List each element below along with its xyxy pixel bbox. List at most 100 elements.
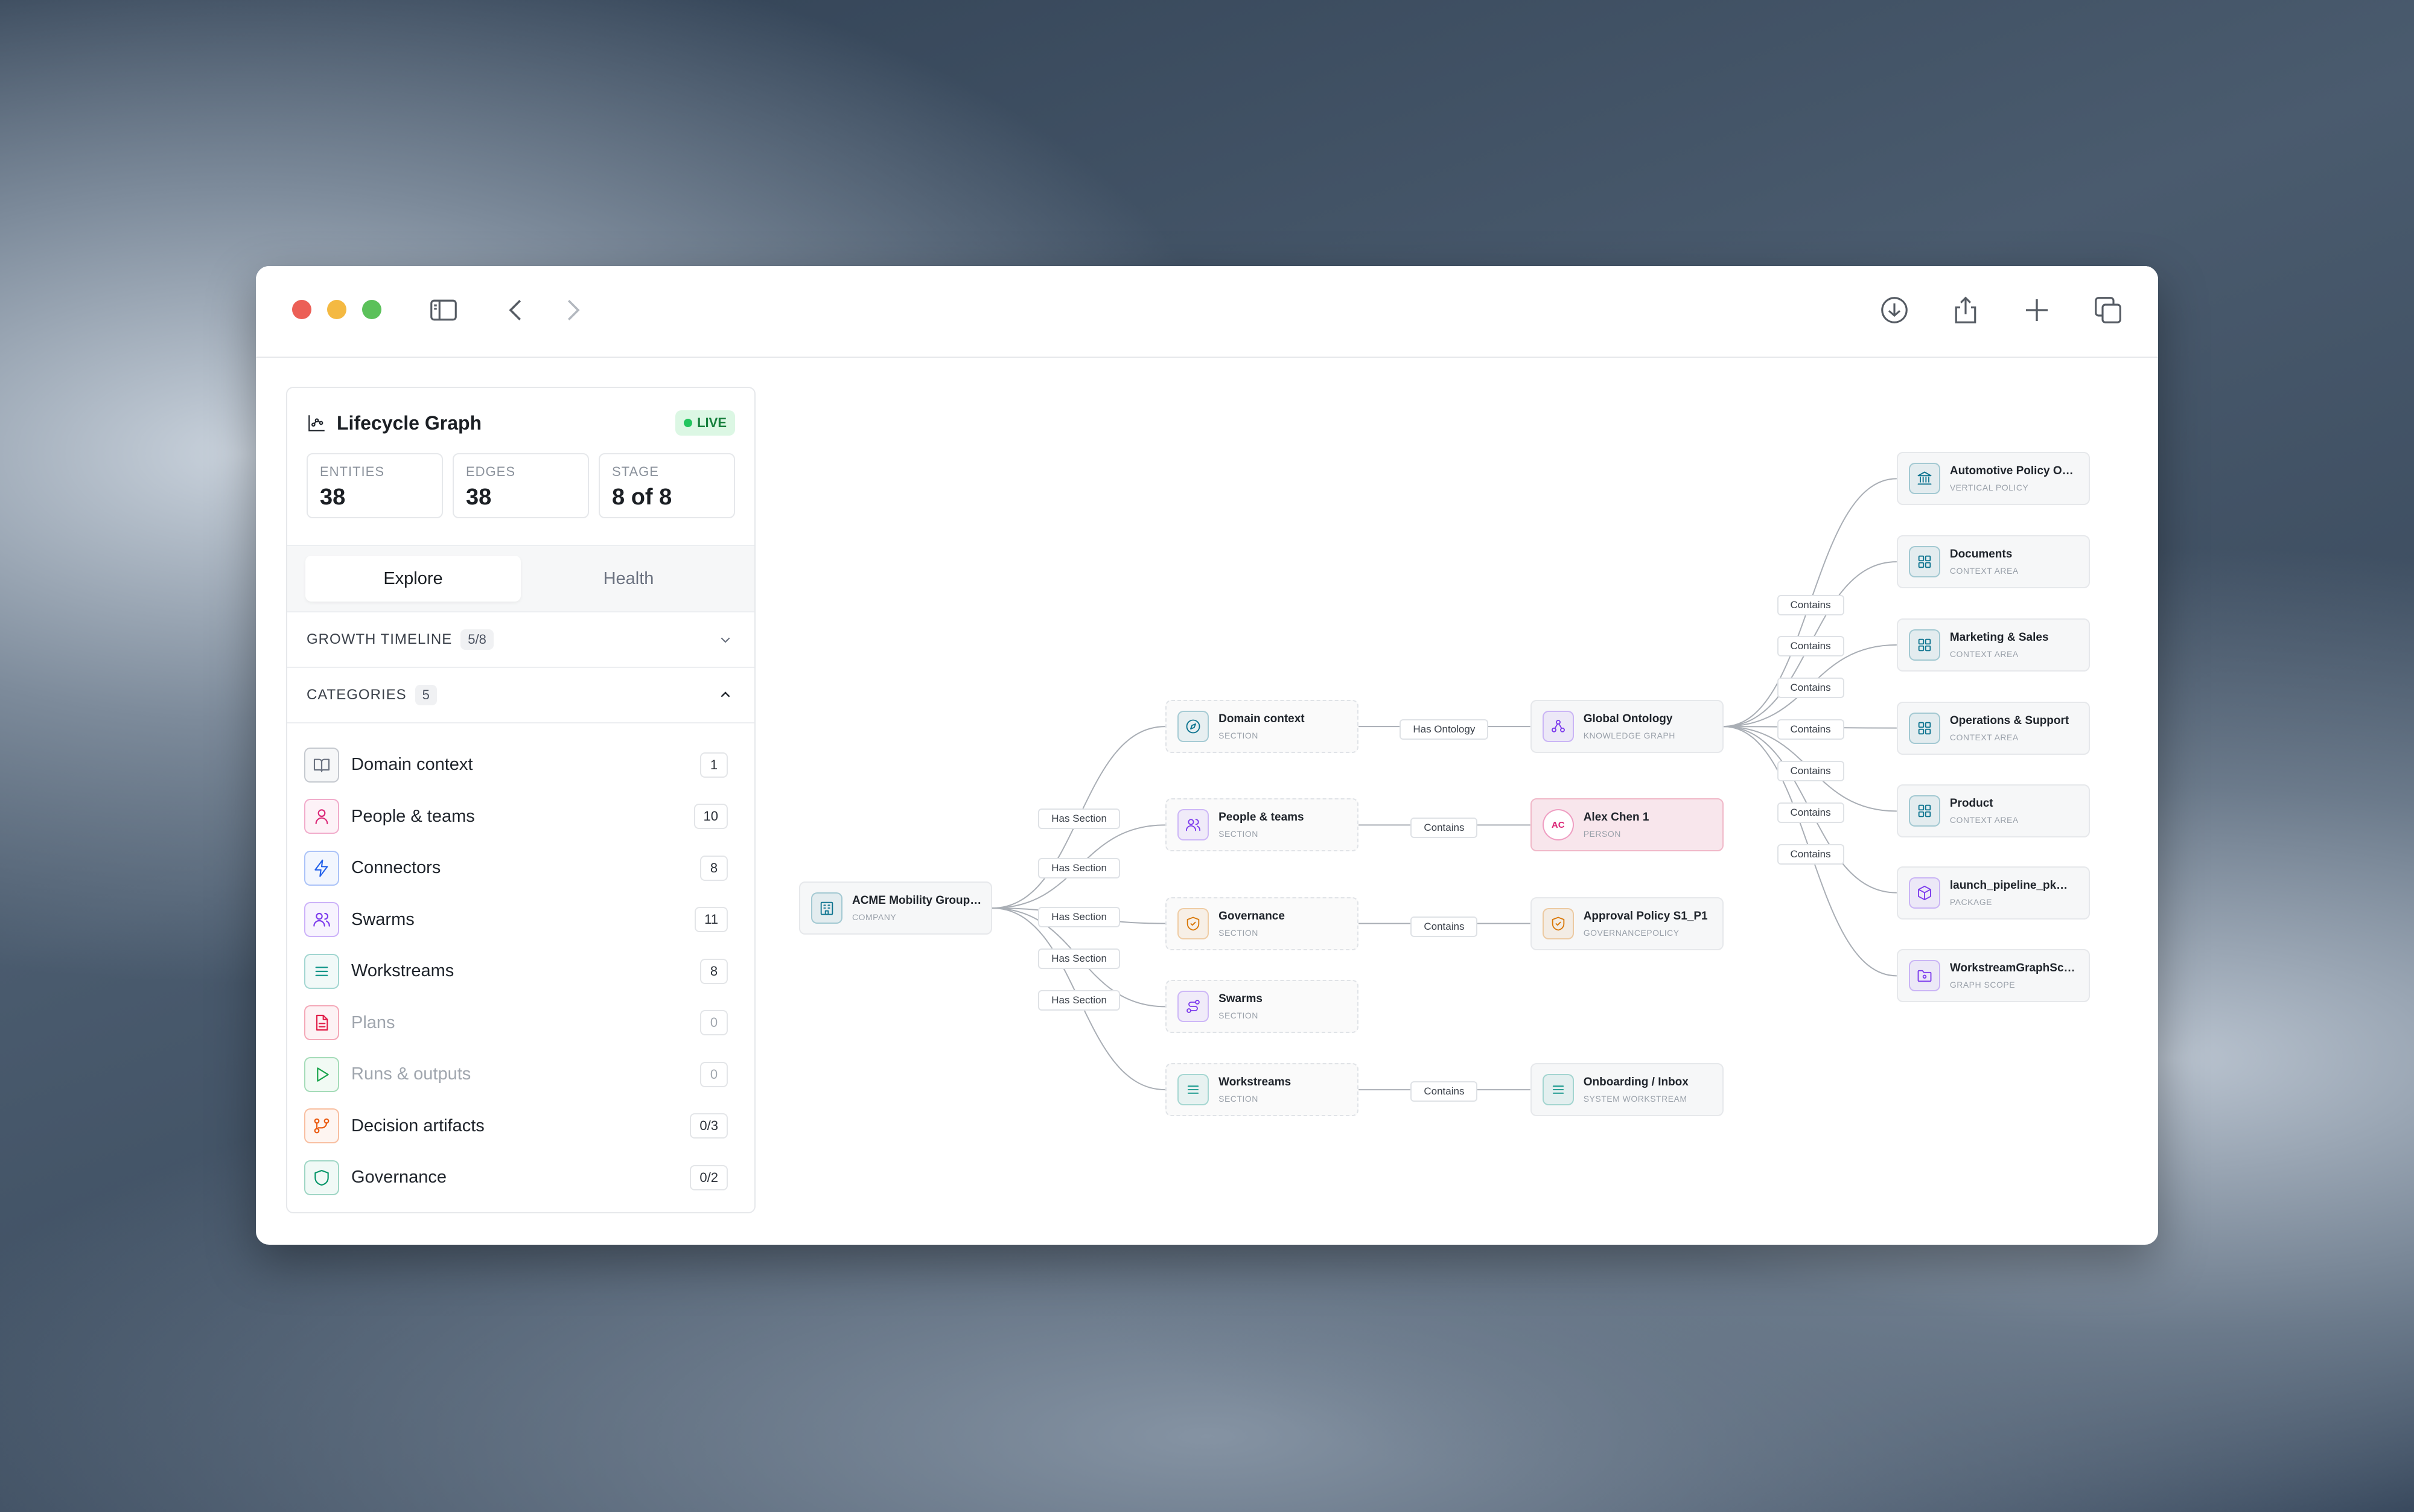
- category-count: 1: [700, 752, 728, 778]
- edge-label-contains: Contains: [1777, 761, 1844, 782]
- download-icon[interactable]: [1878, 294, 1911, 326]
- graph-node-launch[interactable]: launch_pipeline_pk… PACKAGE: [1896, 866, 2090, 920]
- category-governance[interactable]: Governance 0/2: [304, 1152, 728, 1204]
- category-label: People & teams: [351, 806, 475, 826]
- users-icon: [304, 902, 339, 938]
- edge-label-contains: Contains: [1777, 719, 1844, 740]
- share-icon[interactable]: [1949, 294, 1982, 326]
- zoom-window-button[interactable]: [362, 300, 381, 319]
- category-label: Connectors: [351, 858, 441, 878]
- tab-explore[interactable]: Explore: [305, 556, 521, 602]
- graph-node-approval[interactable]: Approval Policy S1_P1 GOVERNANCEPOLICY: [1530, 897, 1724, 950]
- chevron-down-icon: [721, 637, 730, 643]
- category-connectors[interactable]: Connectors 8: [304, 842, 728, 894]
- route-icon: [1177, 991, 1209, 1023]
- category-label: Workstreams: [351, 961, 454, 981]
- graph-node-product[interactable]: Product CONTEXT AREA: [1896, 784, 2090, 838]
- sidebar-toggle-icon[interactable]: [427, 294, 460, 326]
- grid-icon: [1908, 629, 1940, 661]
- category-count: 0/3: [690, 1113, 728, 1139]
- grid-icon: [1908, 546, 1940, 578]
- grid-icon: [1908, 795, 1940, 827]
- edge-label-contains: Contains: [1777, 594, 1844, 615]
- graph-node-people[interactable]: People & teams SECTION: [1165, 798, 1359, 852]
- bank-icon: [1908, 463, 1940, 495]
- minimize-window-button[interactable]: [327, 300, 346, 319]
- category-count: 11: [695, 907, 728, 933]
- graph-canvas[interactable]: ACME Mobility Group… COMPANY Domain cont…: [787, 358, 2158, 1245]
- plus-icon[interactable]: [2021, 294, 2053, 326]
- category-list: Domain context 1 People & teams 10 Conne…: [287, 723, 754, 1204]
- category-runs-outputs[interactable]: Runs & outputs 0: [304, 1049, 728, 1101]
- edge-label-contains: Contains: [1777, 843, 1844, 865]
- chevron-up-icon: [721, 691, 730, 697]
- category-count: 0: [700, 1061, 728, 1087]
- category-count: 0/2: [690, 1164, 728, 1190]
- node-type: SYSTEM WORKSTREAM: [1583, 1094, 1687, 1104]
- node-title: Alex Chen 1: [1583, 811, 1649, 824]
- node-type: VERTICAL POLICY: [1949, 483, 2029, 493]
- graph-node-operations[interactable]: Operations & Support CONTEXT AREA: [1896, 701, 2090, 755]
- chevron-right-icon[interactable]: [556, 294, 589, 326]
- book-icon: [304, 747, 339, 783]
- list-icon: [304, 953, 339, 989]
- node-type: GOVERNANCEPOLICY: [1583, 927, 1680, 938]
- category-label: Plans: [351, 1012, 395, 1032]
- building-icon: [811, 892, 842, 924]
- list-icon: [1177, 1074, 1209, 1106]
- shield-icon: [304, 1160, 339, 1195]
- shield-check-icon: [1542, 907, 1574, 939]
- category-label: Domain context: [351, 755, 473, 775]
- category-plans[interactable]: Plans 0: [304, 997, 728, 1049]
- edge-label-contains: Contains: [1410, 916, 1478, 937]
- graph-node-ontology[interactable]: Global Ontology KNOWLEDGE GRAPH: [1530, 700, 1724, 754]
- chevron-left-icon[interactable]: [500, 294, 532, 326]
- node-title: Product: [1949, 797, 1993, 810]
- node-type: CONTEXT AREA: [1949, 732, 2019, 742]
- shield-check-icon: [1177, 907, 1209, 939]
- graph-node-governance[interactable]: Governance SECTION: [1165, 897, 1359, 950]
- graph-node-automotive[interactable]: Automotive Policy O… VERTICAL POLICY: [1896, 452, 2090, 506]
- title-bar: [256, 266, 2158, 358]
- edge-label-has-section: Has Section: [1038, 857, 1120, 878]
- lifecycle-graph-icon: [307, 413, 327, 433]
- person-icon: [304, 799, 339, 834]
- node-type: SECTION: [1218, 731, 1258, 741]
- categories-toggle[interactable]: CATEGORIES 5: [287, 668, 754, 723]
- category-domain-context[interactable]: Domain context 1: [304, 739, 728, 791]
- edge-label-contains: Contains: [1777, 678, 1844, 699]
- node-title: Workstreams: [1218, 1076, 1291, 1089]
- category-swarms[interactable]: Swarms 11: [304, 894, 728, 946]
- graph-node-onboarding[interactable]: Onboarding / Inbox SYSTEM WORKSTREAM: [1530, 1063, 1724, 1117]
- graph-node-workstreams[interactable]: Workstreams SECTION: [1165, 1063, 1359, 1117]
- package-icon: [1908, 877, 1940, 909]
- edge-label-contains: Contains: [1410, 818, 1478, 839]
- node-title: Documents: [1949, 548, 2013, 561]
- category-decision-artifacts[interactable]: Decision artifacts 0/3: [304, 1101, 728, 1152]
- list-icon: [1542, 1074, 1574, 1106]
- category-people-teams[interactable]: People & teams 10: [304, 791, 728, 843]
- category-workstreams[interactable]: Workstreams 8: [304, 945, 728, 997]
- graph-node-swarms[interactable]: Swarms SECTION: [1165, 980, 1359, 1034]
- edge-label-has-section: Has Section: [1038, 990, 1120, 1011]
- graph-node-acme[interactable]: ACME Mobility Group… COMPANY: [798, 881, 992, 935]
- graph-node-alex[interactable]: AC Alex Chen 1 PERSON: [1530, 798, 1724, 852]
- graph-node-marketing[interactable]: Marketing & Sales CONTEXT AREA: [1896, 618, 2090, 672]
- browser-window: Lifecycle Graph LIVE ENTITIES 38 EDGES 3…: [256, 266, 2158, 1245]
- graph-node-wsgraph[interactable]: WorkstreamGraphSc… GRAPH SCOPE: [1896, 949, 2090, 1003]
- node-type: SECTION: [1218, 1011, 1258, 1021]
- graph-node-domain[interactable]: Domain context SECTION: [1165, 700, 1359, 754]
- growth-timeline-toggle[interactable]: GROWTH TIMELINE 5/8: [287, 612, 754, 668]
- graph-node-documents[interactable]: Documents CONTEXT AREA: [1896, 535, 2090, 589]
- node-type: CONTEXT AREA: [1949, 566, 2019, 576]
- tabs-overview-icon[interactable]: [2092, 294, 2124, 326]
- close-window-button[interactable]: [292, 300, 311, 319]
- node-type: SECTION: [1218, 829, 1258, 839]
- tab-health[interactable]: Health: [521, 556, 736, 602]
- node-type: KNOWLEDGE GRAPH: [1583, 731, 1675, 741]
- grid-icon: [1908, 712, 1940, 744]
- node-type: CONTEXT AREA: [1949, 815, 2019, 825]
- node-title: launch_pipeline_pk…: [1949, 878, 2068, 892]
- node-type: PERSON: [1583, 829, 1621, 839]
- stat-edges: EDGES 38: [453, 453, 589, 518]
